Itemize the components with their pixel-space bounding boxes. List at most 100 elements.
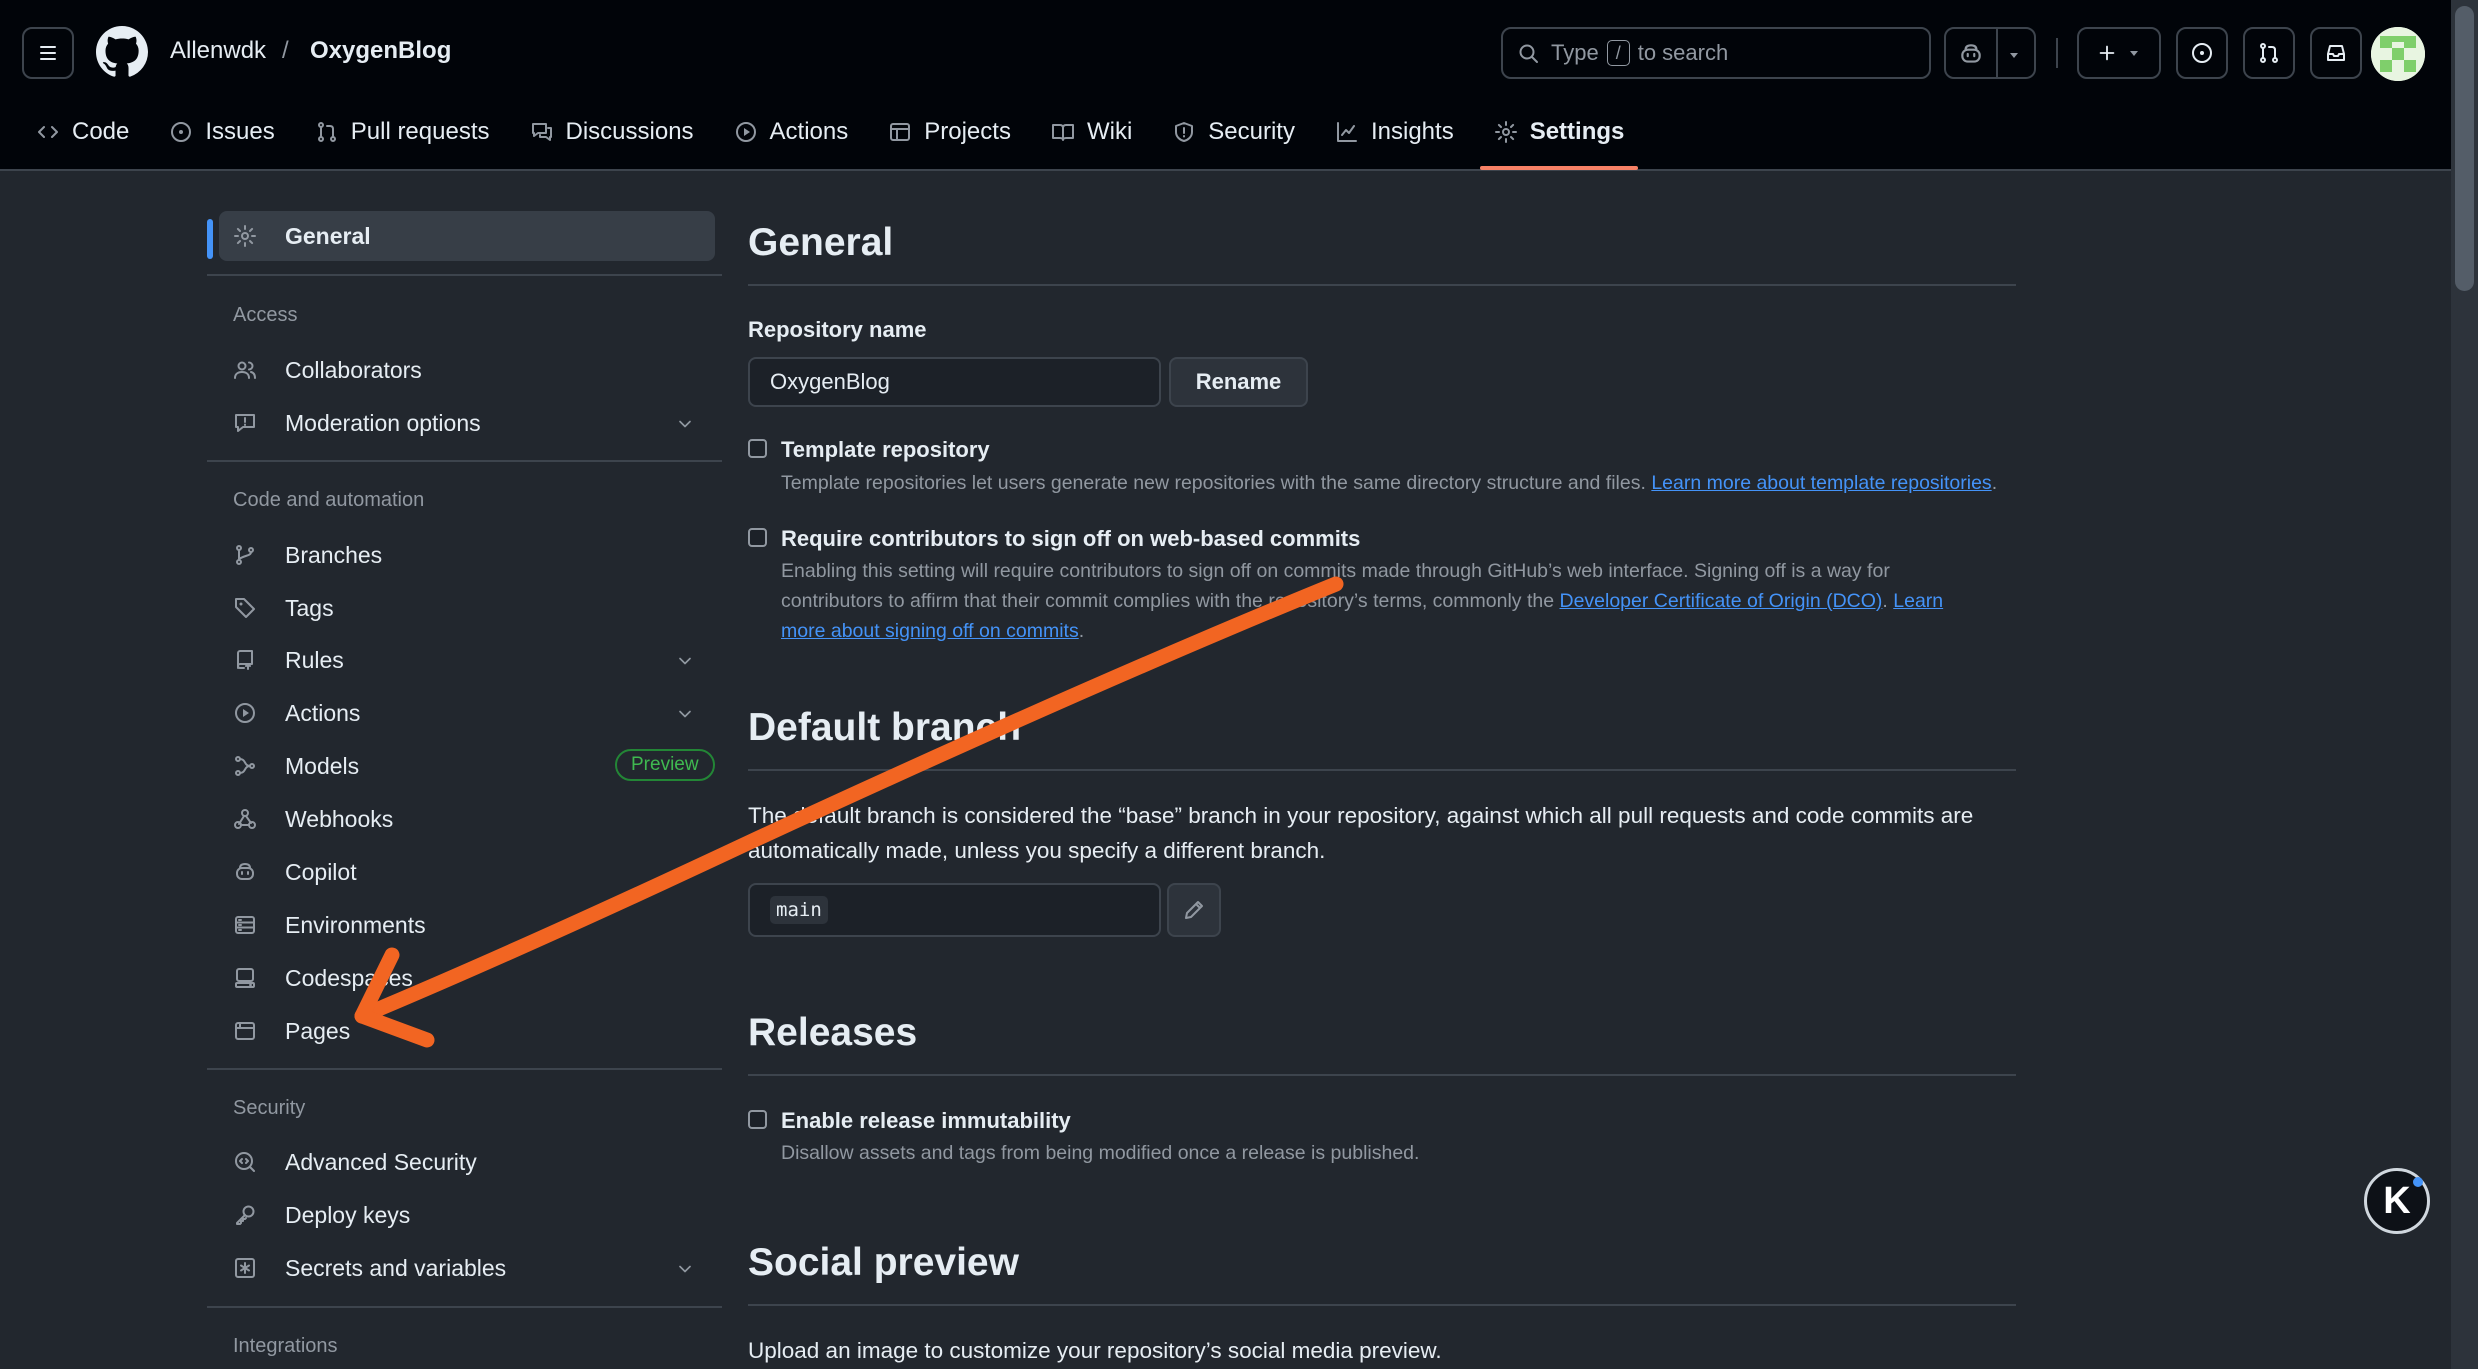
repo-name-input[interactable]: OxygenBlog bbox=[748, 357, 1161, 407]
dco-link[interactable]: Developer Certificate of Origin (DCO) bbox=[1559, 590, 1882, 612]
repository-nav: Code Issues Pull requests Discussions Ac… bbox=[22, 108, 1650, 170]
sidebar-item-moderation-options[interactable]: Moderation options bbox=[219, 398, 715, 448]
social-preview-desc: Upload an image to customize your reposi… bbox=[748, 1338, 1442, 1363]
user-avatar[interactable] bbox=[2371, 27, 2425, 81]
header-divider bbox=[2056, 38, 2058, 68]
sidebar-item-label: Webhooks bbox=[285, 805, 394, 832]
sidebar-item-branches[interactable]: Branches bbox=[219, 530, 715, 580]
repo-push-icon bbox=[237, 650, 253, 670]
sidebar-item-general[interactable]: General bbox=[219, 211, 715, 261]
search-shortcut-key: / bbox=[1606, 40, 1630, 66]
sidebar-item-secrets-and-variables[interactable]: Secrets and variables bbox=[219, 1243, 715, 1293]
people-icon bbox=[234, 361, 256, 379]
sidebar-item-label: Moderation options bbox=[285, 409, 481, 436]
your-issues-button[interactable] bbox=[2176, 27, 2228, 79]
release-immutability-checkbox[interactable] bbox=[748, 1110, 767, 1129]
sidebar-item-pages[interactable]: Pages bbox=[219, 1006, 715, 1056]
table-icon bbox=[890, 123, 911, 141]
page-scrollbar[interactable] bbox=[2451, 0, 2478, 1369]
identicon-icon bbox=[2371, 27, 2425, 81]
browser-icon bbox=[235, 1022, 255, 1040]
tab-label: Actions bbox=[769, 118, 849, 145]
menu-button[interactable] bbox=[22, 27, 74, 79]
tab-projects[interactable]: Projects bbox=[874, 108, 1025, 156]
sidebar-item-rules[interactable]: Rules bbox=[219, 635, 715, 685]
tab-insights[interactable]: Insights bbox=[1321, 108, 1468, 156]
create-new-button[interactable] bbox=[2077, 27, 2161, 79]
sidebar-item-label: Advanced Security bbox=[285, 1148, 477, 1175]
copilot-button[interactable] bbox=[1944, 27, 2036, 79]
signoff-desc: Enabling this setting will require contr… bbox=[781, 556, 2001, 646]
copilot-icon bbox=[236, 863, 254, 880]
report-icon bbox=[235, 414, 255, 432]
divider bbox=[207, 274, 722, 276]
divider bbox=[748, 1074, 2016, 1076]
your-pull-requests-button[interactable] bbox=[2243, 27, 2295, 79]
codescan-icon bbox=[235, 1152, 255, 1172]
sidebar-item-label: Actions bbox=[285, 699, 361, 726]
github-logo-icon[interactable] bbox=[96, 26, 148, 78]
breadcrumb-owner[interactable]: Allenwdk bbox=[170, 37, 266, 65]
sidebar-item-actions[interactable]: Actions bbox=[219, 688, 715, 738]
sidebar-item-collaborators[interactable]: Collaborators bbox=[219, 345, 715, 395]
sidebar-item-advanced-security[interactable]: Advanced Security bbox=[219, 1137, 715, 1187]
template-learn-more-link[interactable]: Learn more about template repositories bbox=[1651, 472, 1991, 494]
sidebar-item-tags[interactable]: Tags bbox=[219, 583, 715, 633]
tab-discussions[interactable]: Discussions bbox=[516, 108, 708, 156]
section-heading-code-and-automation: Code and automation bbox=[233, 489, 425, 511]
issue-opened-icon bbox=[2192, 43, 2212, 63]
branch-name: main bbox=[770, 896, 828, 924]
key-icon bbox=[236, 1205, 255, 1225]
tab-label: Pull requests bbox=[350, 118, 490, 145]
social-preview-title: Social preview bbox=[748, 1241, 1019, 1284]
breadcrumb-separator: / bbox=[282, 37, 289, 64]
release-immutability-label: Enable release immutability bbox=[781, 1108, 1071, 1133]
signoff-learn-link-cont[interactable]: more about signing off on commits bbox=[781, 620, 1079, 642]
notifications-button[interactable] bbox=[2310, 27, 2362, 79]
sidebar-item-environments[interactable]: Environments bbox=[219, 900, 715, 950]
tab-pull-requests[interactable]: Pull requests bbox=[301, 108, 504, 156]
tab-wiki[interactable]: Wiki bbox=[1037, 108, 1146, 156]
releases-title: Releases bbox=[748, 1011, 918, 1054]
sidebar-item-webhooks[interactable]: Webhooks bbox=[219, 794, 715, 844]
plus-icon bbox=[2099, 45, 2115, 61]
tab-code[interactable]: Code bbox=[22, 108, 143, 156]
page-title: General bbox=[748, 221, 894, 264]
breadcrumb-repo[interactable]: OxygenBlog bbox=[310, 37, 451, 65]
sidebar-item-label: Environments bbox=[285, 911, 426, 938]
sidebar-item-codespaces[interactable]: Codespaces bbox=[219, 953, 715, 1003]
active-indicator bbox=[207, 219, 213, 259]
scrollbar-thumb[interactable] bbox=[2455, 6, 2474, 291]
divider bbox=[748, 284, 2016, 286]
section-heading-integrations: Integrations bbox=[233, 1335, 338, 1357]
search-suffix: to search bbox=[1637, 40, 1729, 65]
tab-security[interactable]: Security bbox=[1158, 108, 1309, 156]
inbox-icon bbox=[2327, 45, 2345, 61]
signoff-desc-line-2: contributors to affirm that their commit… bbox=[781, 586, 2001, 616]
sidebar-item-label: Secrets and variables bbox=[285, 1254, 507, 1281]
sidebar-item-label: Rules bbox=[285, 646, 344, 673]
chevron-down-icon bbox=[679, 710, 691, 718]
sidebar-item-label: Collaborators bbox=[285, 356, 422, 383]
tab-issues[interactable]: Issues bbox=[155, 108, 288, 156]
sidebar-item-deploy-keys[interactable]: Deploy keys bbox=[219, 1190, 715, 1240]
tab-actions[interactable]: Actions bbox=[720, 108, 863, 156]
sidebar-item-copilot[interactable]: Copilot bbox=[219, 847, 715, 897]
preview-badge: Preview bbox=[615, 749, 715, 781]
search-prefix: Type bbox=[1551, 40, 1599, 65]
tab-settings[interactable]: Settings bbox=[1479, 108, 1639, 170]
divider bbox=[207, 460, 722, 462]
signoff-checkbox[interactable] bbox=[748, 528, 767, 547]
desc-mid: . bbox=[1882, 590, 1888, 612]
desc-end: . bbox=[1078, 620, 1085, 642]
floating-k-button[interactable]: K bbox=[2364, 1168, 2430, 1234]
sidebar-item-models[interactable]: Models Preview bbox=[219, 741, 715, 791]
gear-icon bbox=[234, 225, 256, 247]
rename-button[interactable]: Rename bbox=[1169, 357, 1308, 407]
tab-label: Code bbox=[72, 118, 130, 145]
hamburger-icon bbox=[40, 46, 56, 60]
template-repository-checkbox[interactable] bbox=[748, 439, 767, 458]
signoff-learn-link[interactable]: Learn bbox=[1893, 590, 1943, 612]
search-input[interactable]: Type / to search bbox=[1501, 27, 1931, 79]
edit-default-branch-button[interactable] bbox=[1167, 883, 1221, 937]
